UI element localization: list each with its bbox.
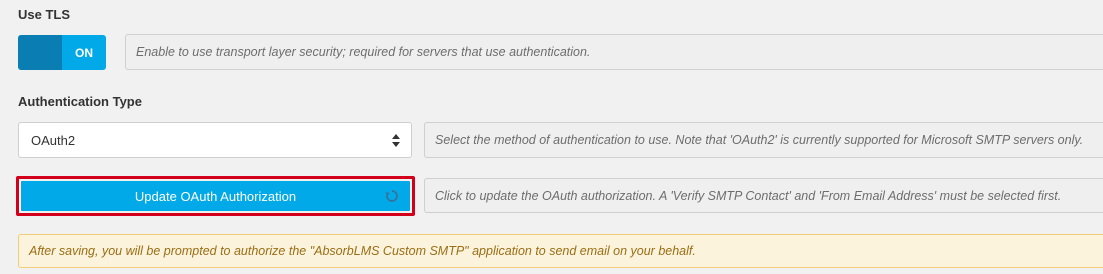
use-tls-toggle[interactable]: ON [18, 35, 106, 70]
oauth-help: Click to update the OAuth authorization.… [424, 178, 1103, 213]
auth-type-label: Authentication Type [18, 94, 142, 109]
auth-type-select[interactable]: OAuth2 [18, 122, 412, 158]
auth-type-help: Select the method of authentication to u… [424, 122, 1103, 158]
auth-type-selected-value: OAuth2 [31, 132, 76, 148]
update-oauth-button[interactable]: Update OAuth Authorization [21, 181, 410, 211]
update-oauth-button-label: Update OAuth Authorization [134, 188, 297, 204]
toggle-state-label: ON [62, 35, 106, 70]
oauth-button-highlight: Update OAuth Authorization [16, 176, 415, 216]
authorization-notice: After saving, you will be prompted to au… [18, 234, 1103, 268]
use-tls-label: Use TLS [18, 7, 71, 22]
use-tls-help: Enable to use transport layer security; … [125, 34, 1103, 70]
updown-arrows-icon [391, 131, 401, 149]
toggle-knob[interactable] [18, 35, 62, 70]
refresh-icon [385, 190, 398, 202]
